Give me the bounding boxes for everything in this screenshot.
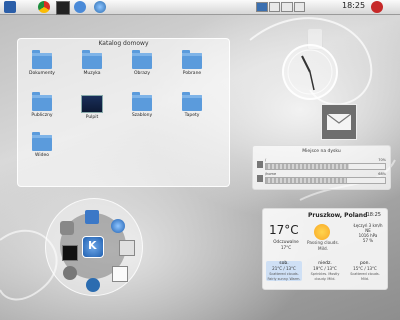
analog-clock-widget[interactable] <box>282 44 338 100</box>
forecast-day-temp: 21°C / 13°C <box>272 266 296 271</box>
weather-location: Pruszkow, Poland <box>308 212 368 219</box>
clock-face-icon <box>287 49 333 95</box>
folder-view-widget[interactable]: Katalog domowy Dokumenty Muzyka Obrazy P… <box>17 38 230 187</box>
folder-label: Dokumenty <box>29 71 55 76</box>
harddisk-icon <box>257 161 263 168</box>
folder-item[interactable]: Wideo <box>20 132 64 158</box>
folder-item[interactable]: Tapety <box>170 92 214 118</box>
disk-widget-title: Miejsce na dysku <box>302 149 341 154</box>
harddisk-icon <box>257 175 263 182</box>
folder-icon <box>132 92 152 111</box>
terminal-icon[interactable] <box>62 245 78 261</box>
folder-label: Szablony <box>131 113 153 118</box>
disk-usage-bar <box>265 177 386 184</box>
notepad-icon[interactable] <box>112 266 128 282</box>
folder-label: Tapety <box>184 113 200 118</box>
folder-item[interactable]: Szablony <box>120 92 164 118</box>
forecast-day-desc: Sprinkles. Mostly cloudy. Mild. <box>310 272 340 281</box>
folder-item[interactable]: Obrazy <box>120 50 164 76</box>
forecast-day-desc: Scattered clouds. Fairly sunny. Warm. <box>267 272 301 281</box>
disk-space-widget[interactable]: Miejsce na dysku / 70% /home 68% <box>252 145 391 190</box>
weather-feels-like: Odczuwalne 17°C <box>269 239 303 251</box>
folder-label: Wideo <box>35 153 49 158</box>
sun-icon <box>314 224 330 240</box>
forecast-day-temp: 15°C / 13°C <box>353 266 377 271</box>
folder-label: Pobrane <box>182 71 202 76</box>
trash-icon[interactable] <box>119 240 135 256</box>
folder-icon <box>32 132 52 151</box>
disk-usage-value: 70% <box>378 158 386 162</box>
desktop-file-icon <box>81 95 103 113</box>
kde-icon[interactable]: K <box>82 236 104 258</box>
mail-widget[interactable] <box>321 104 357 140</box>
folder-label: Obrazy <box>133 71 151 76</box>
folder-item[interactable]: Pobrane <box>170 50 214 76</box>
forecast-day-desc: Scattered clouds. Mild. <box>350 272 380 281</box>
folder-icon <box>182 50 202 69</box>
disk-row: /home 68% <box>257 172 386 184</box>
forecast-day-temp: 19°C / 13°C <box>313 266 337 271</box>
folder-item[interactable]: Pulpit <box>70 95 114 120</box>
folder-item[interactable]: Publiczny <box>20 92 64 118</box>
disk-usage-value: 68% <box>378 172 386 176</box>
globe-icon[interactable] <box>111 219 125 233</box>
wrench-icon[interactable] <box>60 221 74 235</box>
forecast-day[interactable]: sob. 21°C / 13°C Scattered clouds. Fairl… <box>266 261 302 281</box>
folder-icon <box>32 50 52 69</box>
weather-condition: Passing clouds. Mild. <box>307 240 339 251</box>
folder-icon <box>132 50 152 69</box>
gear-icon[interactable] <box>63 266 77 280</box>
envelope-icon <box>326 113 352 130</box>
folder-label: Publiczny <box>31 113 53 118</box>
folder-icon <box>182 92 202 111</box>
folder-icon <box>82 50 102 69</box>
weather-wind: Łęczyń 3 km/h NE 1016 hPa 57 % <box>353 223 383 243</box>
disk-label: / <box>265 158 267 162</box>
folder-item[interactable]: Muzyka <box>70 50 114 76</box>
folder-icon <box>32 92 52 111</box>
forecast-day[interactable]: niedz. 19°C / 13°C Sprinkles. Mostly clo… <box>307 261 343 281</box>
weather-widget[interactable]: Pruszkow, Poland 18:25 17°C Odczuwalne 1… <box>262 208 388 290</box>
folder-item[interactable]: Dokumenty <box>20 50 64 76</box>
network-icon[interactable] <box>86 278 100 292</box>
desktop: 18:25 Katalog domowy Dokumenty Muzyka Ob… <box>0 0 400 320</box>
weather-temperature: 17°C <box>269 223 299 237</box>
home-icon[interactable] <box>85 210 99 224</box>
folder-view-title: Katalog domowy <box>98 40 149 47</box>
folder-label: Pulpit <box>85 115 99 120</box>
folder-label: Muzyka <box>83 71 101 76</box>
forecast-day[interactable]: pon. 15°C / 13°C Scattered clouds. Mild. <box>347 261 383 281</box>
disk-usage-bar <box>265 163 386 170</box>
disk-row: / 70% <box>257 158 386 170</box>
weather-time: 18:25 <box>366 212 381 218</box>
feels-value: 17°C <box>280 245 292 250</box>
disk-label: /home <box>265 172 277 176</box>
